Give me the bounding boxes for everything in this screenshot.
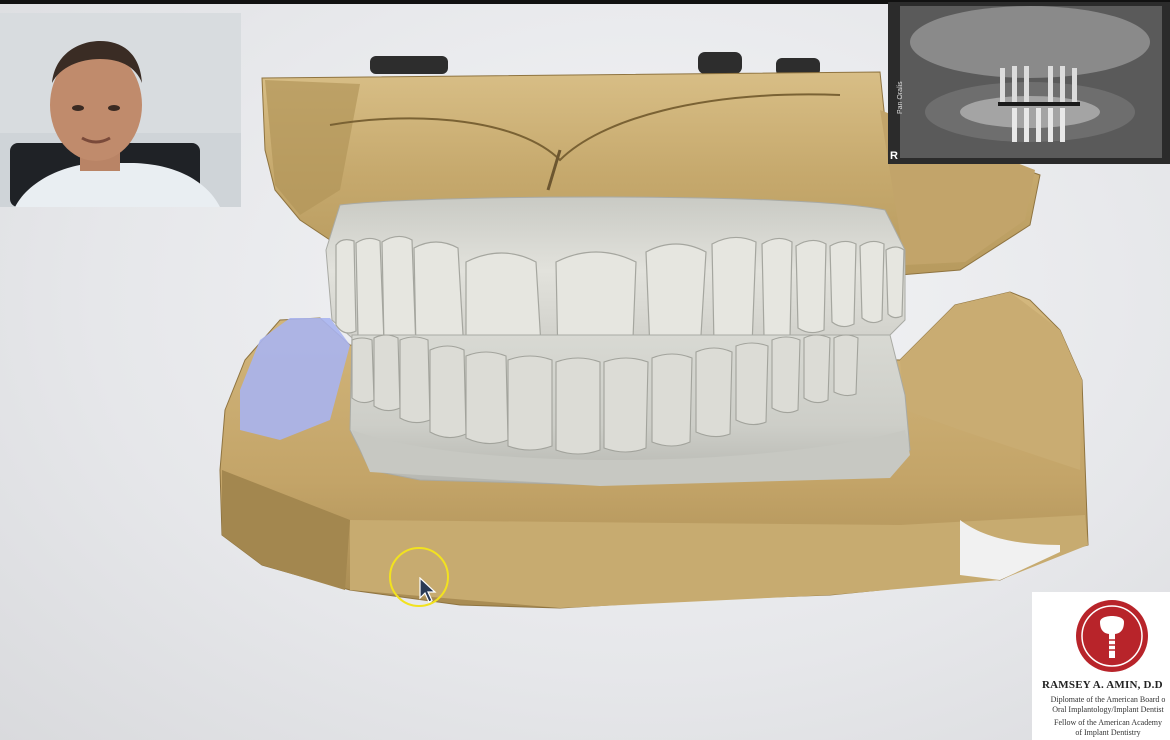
presenter-video-frame xyxy=(0,13,241,207)
doctor-name: RAMSEY A. AMIN, D.D xyxy=(1042,679,1163,691)
credential-line-1: Diplomate of the American Board o xyxy=(1050,695,1166,704)
implant-logo-icon xyxy=(1076,600,1148,672)
presenter-webcam xyxy=(0,13,241,207)
xray-side-marker: R xyxy=(890,150,898,162)
credential-line-4: of Implant Dentistry xyxy=(1075,728,1141,737)
credential-line-3: Fellow of the American Academy xyxy=(1054,718,1162,727)
panoramic-xray-inset: R Pan Oralis xyxy=(888,2,1170,164)
xray-image xyxy=(888,2,1170,164)
upper-model-pins xyxy=(370,52,820,76)
mouse-pointer-icon xyxy=(419,577,437,603)
lower-denture xyxy=(349,334,911,486)
credential-line-2: Oral Implantology/Implant Dentist xyxy=(1052,705,1164,714)
xray-side-label: Pan Oralis xyxy=(897,81,904,114)
3d-viewport[interactable]: R Pan Oralis RAMSEY A. AMIN, D.D Diploma… xyxy=(0,0,1170,740)
credentials-card: RAMSEY A. AMIN, D.D Diplomate of the Ame… xyxy=(1032,592,1170,740)
